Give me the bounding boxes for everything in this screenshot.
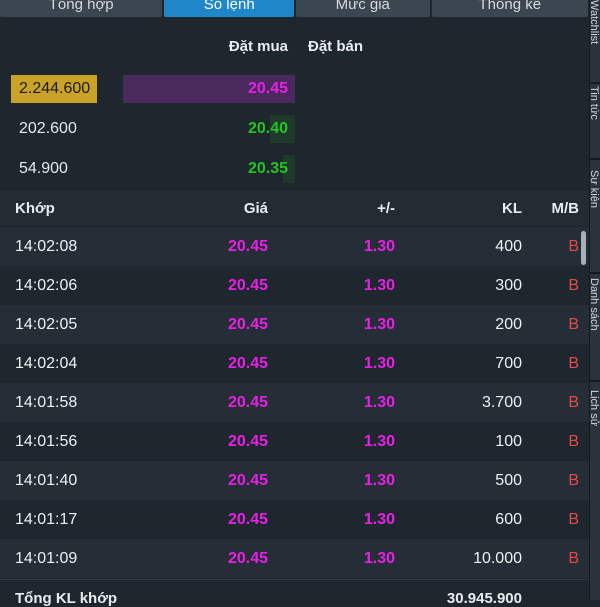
- trade-price: 20.45: [227, 550, 268, 567]
- trade-price: 20.45: [227, 394, 268, 411]
- trade-change: 1.30: [363, 316, 395, 333]
- trade-time: 14:02:05: [15, 316, 78, 333]
- buy-price: 20.45: [247, 80, 288, 97]
- trade-row[interactable]: 14:01:58 20.45 1.30 3.700 B: [0, 383, 590, 422]
- trade-side: B: [568, 472, 579, 489]
- buy-order-row[interactable]: 202.600 20.40: [0, 115, 590, 155]
- trade-volume: 10.000: [473, 550, 522, 567]
- buy-header: Đặt mua: [228, 38, 288, 55]
- trade-price: 20.45: [227, 511, 268, 528]
- trade-price: 20.45: [227, 316, 268, 333]
- trade-time: 14:01:56: [15, 433, 78, 450]
- col-header-volume: KL: [502, 200, 522, 217]
- side-divider: [590, 82, 600, 84]
- tab-label: Tổng hợp: [48, 0, 114, 13]
- trade-row[interactable]: 14:02:08 20.45 1.30 400 B: [0, 227, 590, 266]
- total-matched-footer: Tổng KL khớp 30.945.900: [0, 579, 590, 607]
- tab-thong-ke[interactable]: Thống kê: [431, 0, 589, 17]
- trade-time: 14:01:17: [15, 511, 78, 528]
- trade-row[interactable]: 14:01:40 20.45 1.30 500 B: [0, 461, 590, 500]
- tab-label: Thống kê: [478, 0, 542, 13]
- side-tab-events[interactable]: Sự kiện: [590, 170, 600, 270]
- trade-change: 1.30: [363, 472, 395, 489]
- trade-row[interactable]: 14:02:06 20.45 1.30 300 B: [0, 266, 590, 305]
- side-divider: [590, 158, 600, 160]
- buy-order-row[interactable]: 54.900 20.35: [0, 155, 590, 195]
- side-panel-tabs: Watchlist Tin tức Sự kiện Danh sách Lịch…: [589, 0, 600, 600]
- trade-row[interactable]: 14:01:17 20.45 1.30 600 B: [0, 500, 590, 539]
- trade-price: 20.45: [227, 472, 268, 489]
- tab-label: Mức giá: [335, 0, 390, 13]
- side-tab-history[interactable]: Lịch sử: [590, 390, 600, 480]
- order-book-panel: Tổng hợp Sổ lệnh Mức giá Thống kê Đặt mu…: [0, 0, 590, 607]
- trade-volume: 400: [495, 238, 522, 255]
- trade-time: 14:02:06: [15, 277, 78, 294]
- buy-price: 20.40: [247, 120, 288, 137]
- col-header-side: M/B: [551, 200, 580, 217]
- trade-row[interactable]: 14:02:04 20.45 1.30 700 B: [0, 344, 590, 383]
- side-tab-news[interactable]: Tin tức: [590, 86, 600, 156]
- total-matched-label: Tổng KL khớp: [15, 590, 118, 607]
- tab-tong-hop[interactable]: Tổng hợp: [0, 0, 163, 17]
- trade-change: 1.30: [363, 394, 395, 411]
- col-header-change: +/-: [377, 200, 395, 217]
- col-header-price: Giá: [243, 200, 268, 217]
- trade-side: B: [568, 277, 579, 294]
- trade-time: 14:01:40: [15, 472, 78, 489]
- trade-volume: 3.700: [481, 394, 522, 411]
- total-matched-value: 30.945.900: [446, 590, 522, 607]
- trade-side: B: [568, 394, 579, 411]
- trade-volume: 300: [495, 277, 522, 294]
- trade-volume: 700: [495, 355, 522, 372]
- trade-side: B: [568, 355, 579, 372]
- buy-volume: 202.600: [19, 120, 77, 137]
- col-header-time: Khớp: [15, 200, 55, 217]
- side-divider: [590, 272, 600, 274]
- trade-price: 20.45: [227, 433, 268, 450]
- trade-side: B: [568, 550, 579, 567]
- trade-change: 1.30: [363, 511, 395, 528]
- trade-price: 20.45: [227, 355, 268, 372]
- trade-row[interactable]: 14:01:09 20.45 1.30 10.000 B: [0, 539, 590, 578]
- trade-price: 20.45: [227, 277, 268, 294]
- trade-side: B: [568, 511, 579, 528]
- sell-header: Đặt bán: [308, 38, 364, 55]
- trade-side: B: [568, 238, 579, 255]
- trade-volume: 500: [495, 472, 522, 489]
- trade-row[interactable]: 14:02:05 20.45 1.30 200 B: [0, 305, 590, 344]
- buy-volume: 2.244.600: [11, 75, 97, 103]
- side-tab-watchlist[interactable]: Watchlist: [590, 0, 600, 80]
- trade-change: 1.30: [363, 433, 395, 450]
- trade-change: 1.30: [363, 355, 395, 372]
- trade-volume: 100: [495, 433, 522, 450]
- trade-change: 1.30: [363, 550, 395, 567]
- trade-row[interactable]: 14:01:56 20.45 1.30 100 B: [0, 422, 590, 461]
- side-divider: [590, 380, 600, 382]
- trade-side: B: [568, 433, 579, 450]
- trade-volume: 600: [495, 511, 522, 528]
- trade-time: 14:01:09: [15, 550, 78, 567]
- trade-volume: 200: [495, 316, 522, 333]
- tab-label: Sổ lệnh: [203, 0, 255, 13]
- trades-header: Khớp Giá +/- KL M/B: [0, 191, 590, 226]
- side-tab-list[interactable]: Danh sách: [590, 278, 600, 378]
- scrollbar-thumb[interactable]: [581, 231, 586, 265]
- trade-time: 14:01:58: [15, 394, 78, 411]
- buy-order-row[interactable]: 2.244.600 20.45: [0, 75, 590, 115]
- trade-price: 20.45: [227, 238, 268, 255]
- tab-muc-gia[interactable]: Mức giá: [296, 0, 430, 17]
- trade-change: 1.30: [363, 277, 395, 294]
- buy-price: 20.35: [247, 160, 288, 177]
- trade-side: B: [568, 316, 579, 333]
- trade-change: 1.30: [363, 238, 395, 255]
- tab-so-lenh[interactable]: Sổ lệnh: [164, 0, 294, 17]
- trade-time: 14:02:08: [15, 238, 78, 255]
- trade-time: 14:02:04: [15, 355, 78, 372]
- tab-bar: Tổng hợp Sổ lệnh Mức giá Thống kê: [0, 0, 590, 17]
- buy-volume: 54.900: [19, 160, 68, 177]
